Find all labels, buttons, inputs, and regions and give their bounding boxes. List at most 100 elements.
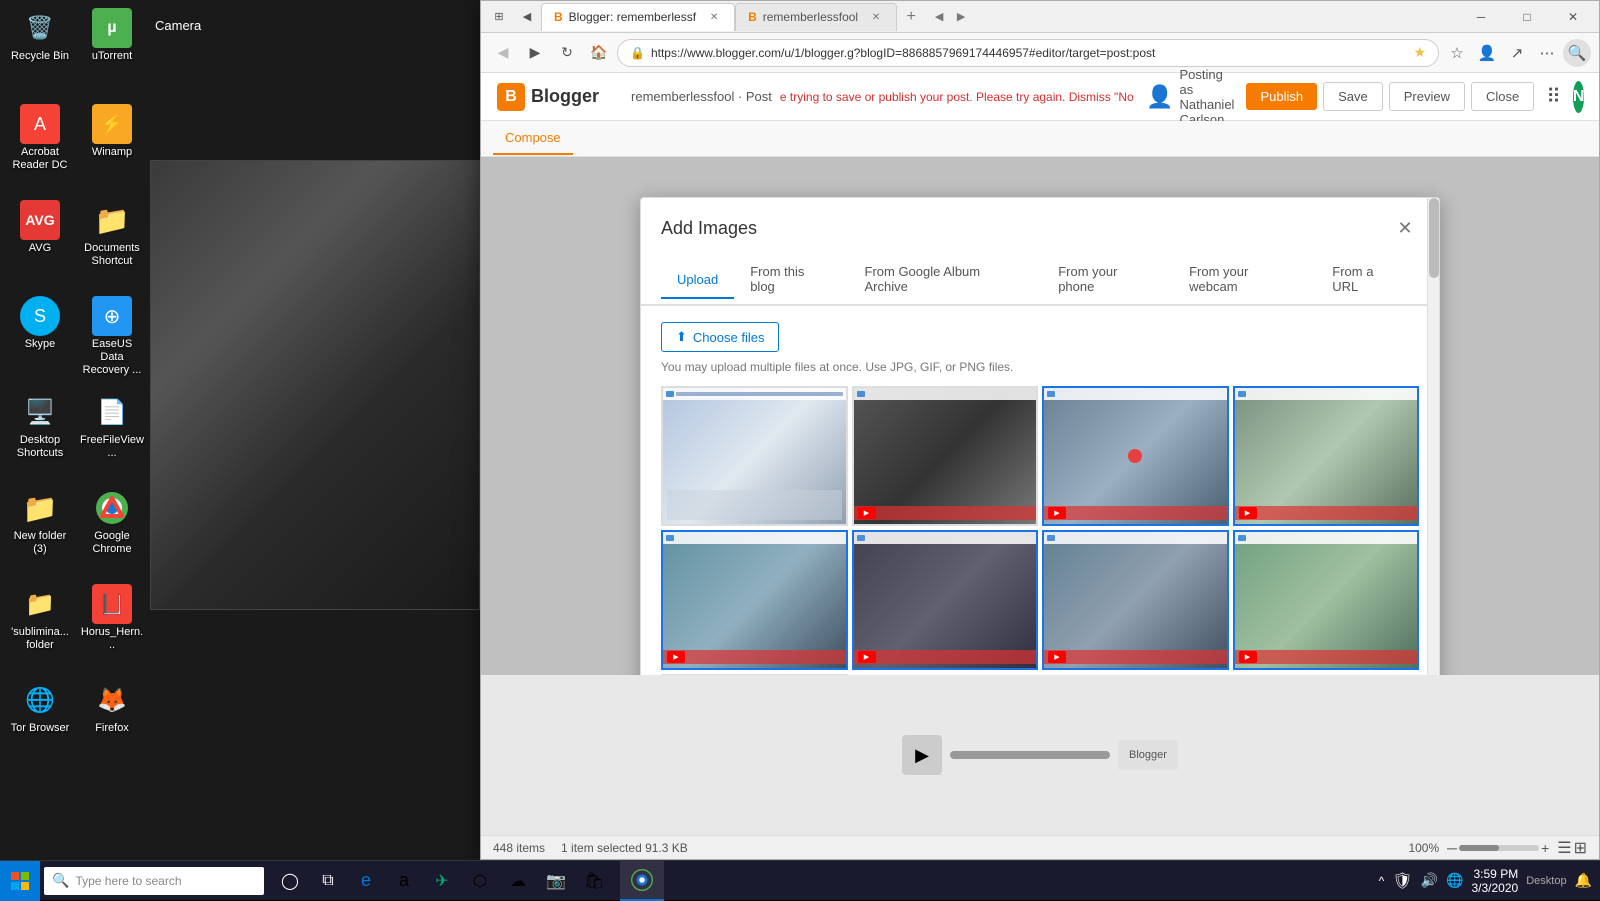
image-thumb-3[interactable]: ▶	[1042, 386, 1229, 526]
tab-prev-btn[interactable]: ◀	[513, 3, 541, 31]
desktop-icon-desktop-shortcuts[interactable]: 🖥️ Desktop Shortcuts	[4, 388, 76, 464]
blogger-logo: B Blogger	[497, 83, 599, 111]
desktop-icon-documents[interactable]: 📁 Documents Shortcut	[76, 196, 148, 272]
taskbar-desktop-label[interactable]: Desktop	[1526, 875, 1566, 887]
taskbar-amazon-btn[interactable]: a	[386, 863, 422, 899]
menu-btn[interactable]: ⋯	[1533, 39, 1561, 67]
thumb-browser-1	[663, 388, 846, 400]
tab-upload[interactable]: Upload	[661, 262, 734, 299]
taskbar-antivirus-icon: 🛡	[1392, 871, 1412, 891]
user-avatar[interactable]: N	[1573, 81, 1585, 113]
back-btn[interactable]: ◀	[489, 39, 517, 67]
tab-arrow-right[interactable]: ▶	[951, 7, 971, 27]
apps-grid-icon[interactable]: ⠿	[1546, 84, 1561, 109]
desktop-icon-acrobat[interactable]: A Acrobat Reader DC	[4, 100, 76, 176]
yt-icon-3: ▶	[1048, 507, 1066, 519]
tab1-close[interactable]: ✕	[706, 9, 722, 25]
profile-btn[interactable]: 👤	[1473, 39, 1501, 67]
desktop-icon-utorrent[interactable]: µ uTorrent	[76, 4, 148, 67]
image-thumb-6[interactable]: ▶	[852, 530, 1039, 670]
freefileview-icon: 📄	[92, 392, 132, 432]
tab-from-url[interactable]: From a URL	[1316, 254, 1419, 306]
clock-date: 3/3/2020	[1471, 881, 1518, 895]
preview-btn[interactable]: Preview	[1389, 82, 1465, 111]
close-post-btn[interactable]: Close	[1471, 82, 1534, 111]
desktop-icon-chrome[interactable]: Google Chrome	[76, 484, 148, 560]
share-btn[interactable]: ↗	[1503, 39, 1531, 67]
blog-footer-content: ▶ Blogger	[902, 735, 1178, 775]
desktop-icon-tor[interactable]: 🌐 Tor Browser	[4, 676, 76, 739]
choose-files-btn[interactable]: ⬆ Choose files	[661, 322, 779, 352]
tab-blogger-editor[interactable]: B Blogger: rememberlessf ✕	[541, 3, 735, 31]
taskbar-network-icon[interactable]: 🌐	[1446, 872, 1463, 889]
zoom-out-btn[interactable]: ─	[1447, 840, 1457, 856]
desktop-icon-easeus[interactable]: ⊕ EaseUS Data Recovery ...	[76, 292, 148, 382]
image-thumb-4[interactable]: ▶	[1233, 386, 1420, 526]
bookmark-btn[interactable]: ☆	[1443, 39, 1471, 67]
forward-btn[interactable]: ▶	[521, 39, 549, 67]
taskbar-cortana-btn[interactable]: ◯	[272, 863, 308, 899]
image-thumb-7[interactable]: ▶	[1042, 530, 1229, 670]
taskbar-onedrive-btn[interactable]: ☁	[500, 863, 536, 899]
taskbar-tripadvisor-btn[interactable]: ✈	[424, 863, 460, 899]
zoom-in-btn[interactable]: +	[1541, 840, 1549, 856]
tab-from-webcam[interactable]: From your webcam	[1173, 254, 1316, 306]
maximize-btn[interactable]: □	[1505, 1, 1549, 33]
desktop-icon-recycle-bin[interactable]: 🗑️ Recycle Bin	[4, 4, 76, 67]
save-btn[interactable]: Save	[1323, 82, 1383, 111]
image-thumb-8[interactable]: ▶	[1233, 530, 1420, 670]
search-sidebar-btn[interactable]: 🔍	[1563, 39, 1591, 67]
tab-from-blog[interactable]: From this blog	[734, 254, 848, 306]
home-btn[interactable]: 🏠	[585, 39, 613, 67]
taskbar-search-box[interactable]: 🔍 Type here to search	[44, 867, 264, 895]
taskbar-camera-btn[interactable]: 📷	[538, 863, 574, 899]
chrome-icon	[92, 488, 132, 528]
dialog-close-btn[interactable]: ✕	[1391, 214, 1419, 242]
address-bar[interactable]: 🔒 https://www.blogger.com/u/1/blogger.g?…	[617, 39, 1439, 67]
tab-from-album[interactable]: From Google Album Archive	[849, 254, 1043, 306]
zoom-slider[interactable]	[1459, 845, 1539, 851]
taskbar-taskview-btn[interactable]: ⧉	[310, 863, 346, 899]
desktop-icon-freefileview[interactable]: 📄 FreeFileView...	[76, 388, 148, 464]
taskbar-edge-btn[interactable]: e	[348, 863, 384, 899]
start-btn[interactable]	[0, 861, 40, 901]
taskbar-volume-icon[interactable]: 🔊	[1421, 872, 1438, 889]
tab1-favicon: B	[554, 10, 563, 24]
notifications-btn[interactable]: 🔔	[1575, 872, 1592, 889]
taskbar-running-apps	[620, 861, 664, 901]
desktop-icon-winamp[interactable]: ⚡ Winamp	[76, 100, 148, 163]
extensions-btn[interactable]: ⊞	[485, 3, 513, 31]
desktop-icon-skype[interactable]: S Skype	[4, 292, 76, 355]
tab1-label: Blogger: rememberlessf	[569, 10, 696, 24]
image-thumb-5[interactable]: ▶	[661, 530, 848, 670]
refresh-btn[interactable]: ↻	[553, 39, 581, 67]
bookmark-icon[interactable]: ★	[1413, 44, 1426, 61]
new-tab-btn[interactable]: +	[897, 3, 925, 31]
desktop-icon-avg[interactable]: AVG AVG	[4, 196, 76, 259]
skype-icon: S	[20, 296, 60, 336]
desktop-icon-new-folder[interactable]: 📁 New folder (3)	[4, 484, 76, 560]
taskbar-chrome-app[interactable]	[620, 861, 664, 901]
thumb-browser-8	[1235, 532, 1418, 544]
desktop-icon-subliminal[interactable]: 📁 'sublimina... folder	[4, 580, 76, 656]
tab2-close[interactable]: ✕	[868, 9, 884, 25]
subliminal-icon: 📁	[20, 584, 60, 624]
tab-rememberless[interactable]: B rememberlessfool ✕	[735, 3, 897, 31]
tab-arrow-left[interactable]: ◀	[929, 7, 949, 27]
taskbar-store-btn[interactable]: 🛍	[576, 863, 612, 899]
scroll-thumb[interactable]	[1429, 198, 1439, 278]
tab-from-phone[interactable]: From your phone	[1042, 254, 1173, 306]
taskbar-oracle-btn[interactable]: ⬡	[462, 863, 498, 899]
desktop-icon-firefox[interactable]: 🦊 Firefox	[76, 676, 148, 739]
image-thumb-2[interactable]: ▶	[852, 386, 1039, 526]
list-view-btn[interactable]: ☰	[1557, 838, 1571, 858]
publish-btn[interactable]: Publish	[1246, 83, 1317, 110]
close-window-btn[interactable]: ✕	[1551, 1, 1595, 33]
compose-tab[interactable]: Compose	[493, 122, 573, 155]
grid-view-btn[interactable]: ⊞	[1574, 838, 1587, 858]
taskbar-expand-icon[interactable]: ^	[1379, 874, 1385, 888]
minimize-btn[interactable]: ─	[1459, 1, 1503, 33]
desktop-icon-horus[interactable]: 📕 Horus_Hern...	[76, 580, 148, 656]
blogger-logo-icon: B	[497, 83, 525, 111]
image-thumb-1[interactable]	[661, 386, 848, 526]
